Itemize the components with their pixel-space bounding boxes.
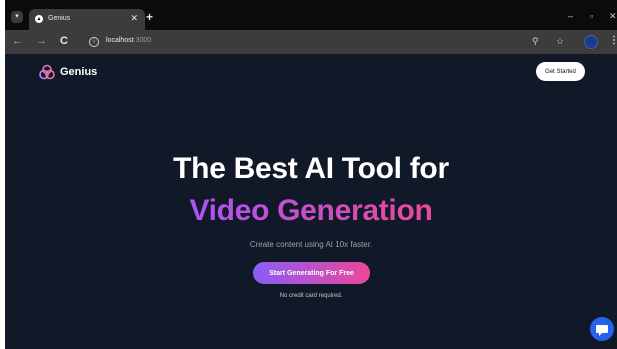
url-text[interactable]: localhost:3000 — [106, 37, 151, 44]
tab-search-icon[interactable]: ▾ — [11, 11, 23, 23]
favicon-icon: ▲ — [35, 15, 43, 23]
browser-menu-icon[interactable]: ⋮ — [609, 35, 617, 47]
window-close-icon[interactable]: ✕ — [609, 11, 617, 21]
forward-icon[interactable]: → — [36, 35, 47, 48]
browser-window: ▾ ▲ Genius ✕ + – ▫ ✕ ← → C i localhost:3… — [5, 0, 617, 349]
no-credit-card-note: No credit card required. — [279, 293, 343, 299]
hero-headline-gradient: Video Generation — [5, 194, 617, 228]
browser-toolbar: ← → C i localhost:3000 ⚲ ☆ ⋮ — [5, 30, 617, 54]
bookmark-star-icon[interactable]: ☆ — [556, 36, 564, 47]
hero-headline: The Best AI Tool for — [173, 152, 449, 185]
get-started-button[interactable]: Get Started — [536, 62, 585, 81]
url-port: :3000 — [133, 37, 152, 44]
site-info-icon[interactable]: i — [89, 37, 99, 47]
zoom-icon[interactable]: ⚲ — [532, 36, 539, 47]
tab-close-icon[interactable]: ✕ — [130, 13, 138, 24]
page-content: Genius Get Started The Best AI Tool for … — [5, 54, 617, 349]
url-host: localhost — [106, 37, 134, 44]
start-generating-button[interactable]: Start Generating For Free — [253, 262, 370, 284]
reload-icon[interactable]: C — [60, 35, 68, 48]
restore-icon[interactable]: ▫ — [590, 11, 593, 21]
tab-title: Genius — [48, 15, 71, 22]
tab-genius[interactable]: ▲ Genius ✕ — [29, 9, 145, 30]
hero-subtitle: Create content using AI 10x faster. — [249, 240, 373, 249]
chat-widget-button[interactable] — [590, 317, 614, 341]
back-icon[interactable]: ← — [12, 35, 23, 48]
new-tab-icon[interactable]: + — [146, 11, 153, 23]
minimize-icon[interactable]: – — [568, 11, 573, 21]
brand-name: Genius — [60, 66, 98, 78]
hero-headline-gradient-text: Video Generation — [189, 194, 433, 227]
address-bar[interactable]: i localhost:3000 — [84, 33, 504, 51]
chat-bubble-icon — [596, 325, 608, 336]
profile-avatar-icon[interactable] — [584, 35, 598, 49]
genius-logo-icon — [39, 64, 55, 80]
tab-strip: ▾ ▲ Genius ✕ + – ▫ ✕ — [5, 0, 617, 30]
